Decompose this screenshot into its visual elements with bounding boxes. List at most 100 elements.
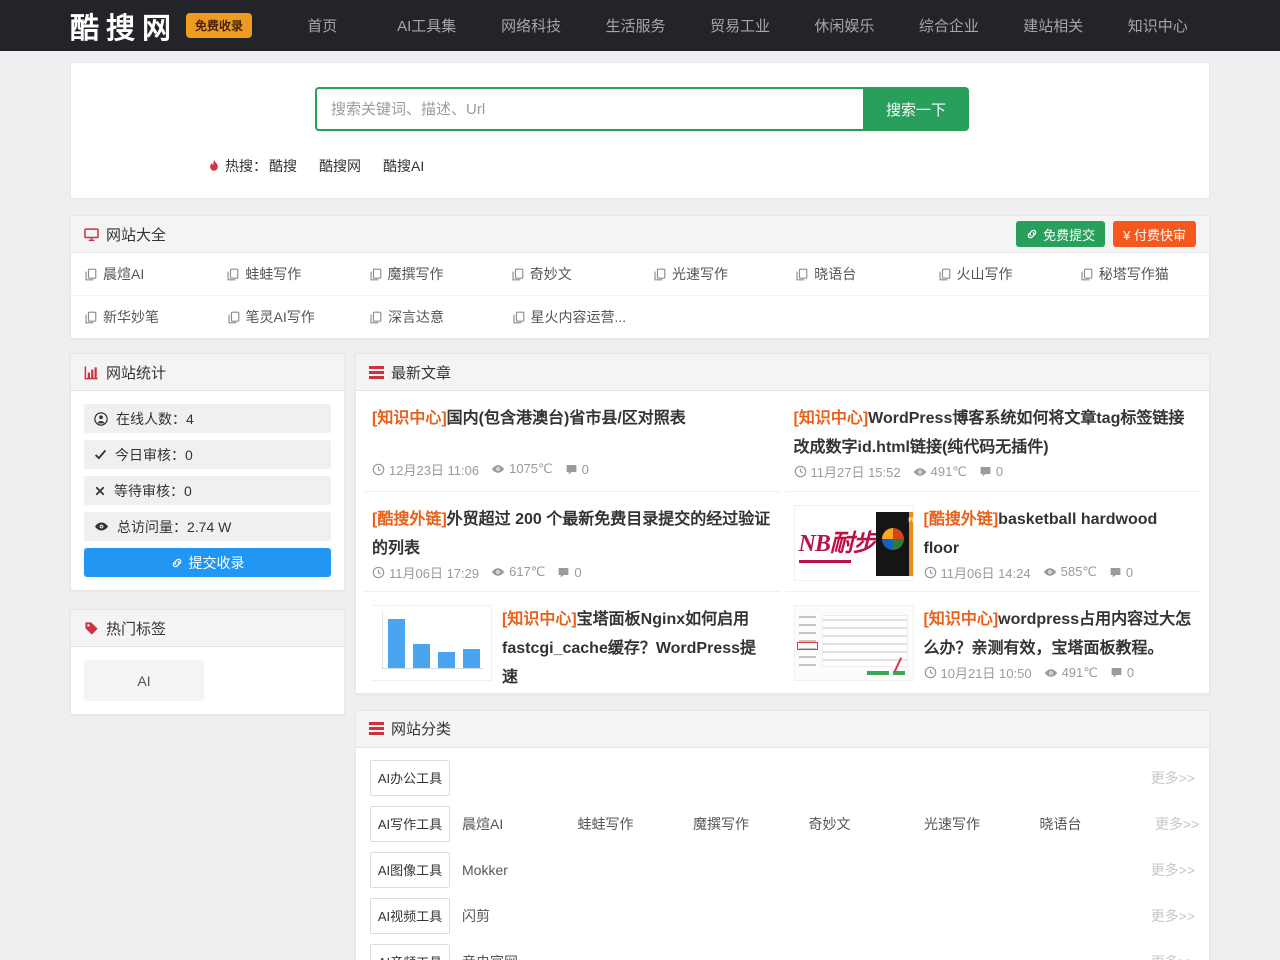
nav-item-home[interactable]: 首页 — [270, 15, 374, 36]
category-row: AI办公工具 更多>> — [370, 760, 1195, 796]
nav-item-site-building[interactable]: 建站相关 — [1001, 15, 1105, 36]
category-row: AI音频工具 音虫官网 更多>> — [370, 944, 1195, 960]
nav-item-leisure[interactable]: 休闲娱乐 — [792, 15, 896, 36]
site-link[interactable]: 晨煊AI — [71, 253, 213, 295]
article-title-link[interactable]: [酷搜外链]basketball hardwood floor — [924, 505, 1194, 563]
monitor-icon — [84, 227, 99, 242]
category-site-link[interactable]: 晓语台 — [1040, 814, 1156, 834]
copy-icon — [226, 268, 239, 281]
article-title-link[interactable]: [知识中心]国内(包含港澳台)省市县/区对照表 — [372, 404, 772, 433]
hot-search-link[interactable]: 酷搜AI — [383, 156, 424, 176]
category-row: AI写作工具 晨煊AI 蛙蛙写作 魔撰写作 奇妙文 光速写作 晓语台 更多>> — [370, 806, 1195, 842]
search-button[interactable]: 搜索一下 — [863, 87, 969, 131]
category-label-ai-writing[interactable]: AI写作工具 — [370, 806, 450, 842]
article-item: [知识中心]宝塔面板Nginx如何启用 fastcgi_cache缓存？Word… — [364, 592, 780, 693]
category-site-link[interactable]: 蛙蛙写作 — [578, 814, 694, 834]
clock-icon — [924, 566, 937, 579]
more-link[interactable]: 更多>> — [1151, 952, 1195, 960]
site-link[interactable]: 奇妙文 — [498, 253, 640, 295]
article-title-link[interactable]: [酷搜外链]外贸超过 200 个最新免费目录提交的经过验证的列表 — [372, 505, 772, 563]
comment-icon — [557, 566, 570, 579]
latest-articles-panel: 最新文章 [知识中心]国内(包含港澳台)省市县/区对照表 12月23日 11:0… — [355, 353, 1210, 694]
list-icon — [369, 366, 384, 379]
nav-item-ai-tools[interactable]: AI工具集 — [374, 15, 478, 36]
eye-icon — [1044, 666, 1058, 680]
site-link[interactable]: 晓语台 — [782, 253, 924, 295]
copy-icon — [84, 311, 97, 324]
category-site-link[interactable]: 魔撰写作 — [693, 814, 809, 834]
site-link[interactable]: 秘塔写作猫 — [1067, 253, 1209, 295]
copy-icon — [369, 311, 382, 324]
category-site-link[interactable]: 晨煊AI — [462, 814, 578, 834]
site-categories-title: 网站分类 — [391, 718, 451, 739]
article-title-link[interactable]: [知识中心]wordpress占用内容过大怎么办？亲测有效，宝塔面板教程。 — [924, 605, 1194, 663]
tag-icon — [84, 621, 99, 636]
free-submit-button[interactable]: 免费提交 — [1016, 221, 1105, 247]
site-link[interactable]: 蛙蛙写作 — [213, 253, 355, 295]
article-title-link[interactable]: [知识中心]WordPress博客系统如何将文章tag标签链接改成数字id.ht… — [794, 404, 1194, 462]
nav-item-life-services[interactable]: 生活服务 — [583, 15, 687, 36]
comment-icon — [565, 463, 578, 476]
category-site-link[interactable]: 闪剪 — [462, 906, 578, 926]
nav-item-knowledge[interactable]: 知识中心 — [1106, 15, 1210, 36]
site-link[interactable]: 深言达意 — [356, 296, 499, 338]
copy-icon — [227, 311, 240, 324]
free-submit-badge[interactable]: 免费收录 — [186, 13, 252, 38]
more-link[interactable]: 更多>> — [1151, 906, 1195, 926]
category-site-link[interactable]: 光速写作 — [924, 814, 1040, 834]
hot-tags-title: 热门标签 — [106, 618, 166, 639]
site-logo[interactable]: 酷搜网 — [70, 5, 178, 47]
site-link[interactable]: 魔撰写作 — [356, 253, 498, 295]
site-link[interactable]: 光速写作 — [640, 253, 782, 295]
link-icon — [1026, 228, 1038, 240]
category-row: AI图像工具 Mokker 更多>> — [370, 852, 1195, 888]
list-icon — [369, 722, 384, 735]
article-item: [知识中心]国内(包含港澳台)省市县/区对照表 12月23日 11:06 107… — [364, 391, 780, 492]
site-link[interactable]: 星火内容运营... — [499, 296, 642, 338]
site-directory-panel: 网站大全 免费提交 ¥ 付费快审 晨煊AI 蛙蛙写作 魔撰写作 奇妙文 光速写作… — [70, 215, 1210, 339]
article-thumbnail-bar-chart[interactable] — [372, 605, 492, 681]
site-link[interactable]: 笔灵AI写作 — [214, 296, 357, 338]
check-icon — [94, 448, 107, 461]
more-link[interactable]: 更多>> — [1155, 814, 1199, 834]
category-label-ai-audio[interactable]: AI音频工具 — [370, 944, 450, 960]
nav-item-network-tech[interactable]: 网络科技 — [479, 15, 583, 36]
article-thumbnail-panel-screenshot[interactable] — [794, 605, 914, 681]
article-item: [知识中心]wordpress占用内容过大怎么办？亲测有效，宝塔面板教程。 10… — [786, 592, 1202, 693]
article-title-link[interactable]: [知识中心]宝塔面板Nginx如何启用 fastcgi_cache缓存？Word… — [502, 605, 772, 692]
copy-icon — [795, 268, 808, 281]
stat-pending-review: 等待审核：0 — [84, 476, 331, 505]
hot-search-link[interactable]: 酷搜 — [269, 156, 297, 176]
site-stats-title: 网站统计 — [106, 362, 166, 383]
copy-icon — [938, 268, 951, 281]
article-item: [知识中心]WordPress博客系统如何将文章tag标签链接改成数字id.ht… — [786, 391, 1202, 492]
search-input[interactable] — [315, 87, 863, 131]
nav-item-trade-industry[interactable]: 贸易工业 — [688, 15, 792, 36]
stat-total-visits: 总访问量：2.74 W — [84, 512, 331, 541]
tag-ai[interactable]: AI — [84, 660, 204, 701]
category-site-link[interactable]: 音虫官网 — [462, 952, 578, 960]
nav-item-enterprise[interactable]: 综合企业 — [897, 15, 1001, 36]
more-link[interactable]: 更多>> — [1151, 768, 1195, 788]
more-link[interactable]: 更多>> — [1151, 860, 1195, 880]
submit-listing-button[interactable]: 提交收录 — [84, 548, 331, 577]
category-label-ai-office[interactable]: AI办公工具 — [370, 760, 450, 796]
paid-review-button[interactable]: ¥ 付费快审 — [1113, 221, 1196, 247]
article-thumbnail-nb-logo[interactable]: NB耐步 FIBA — [794, 505, 914, 581]
category-label-ai-video[interactable]: AI视频工具 — [370, 898, 450, 934]
category-site-link[interactable]: 奇妙文 — [809, 814, 925, 834]
site-link[interactable]: 火山写作 — [925, 253, 1067, 295]
copy-icon — [511, 268, 524, 281]
latest-articles-title: 最新文章 — [391, 362, 451, 383]
nav-menu: 首页 AI工具集 网络科技 生活服务 贸易工业 休闲娱乐 综合企业 建站相关 知… — [270, 15, 1210, 36]
site-link[interactable]: 新华妙笔 — [71, 296, 214, 338]
hot-search-link[interactable]: 酷搜网 — [319, 156, 361, 176]
clock-icon — [372, 566, 385, 579]
copy-icon — [84, 268, 97, 281]
clock-icon — [794, 465, 807, 478]
category-label-ai-image[interactable]: AI图像工具 — [370, 852, 450, 888]
copy-icon — [369, 268, 382, 281]
category-site-link[interactable]: Mokker — [462, 862, 578, 878]
user-icon — [94, 412, 108, 426]
category-row: AI视频工具 闪剪 更多>> — [370, 898, 1195, 934]
